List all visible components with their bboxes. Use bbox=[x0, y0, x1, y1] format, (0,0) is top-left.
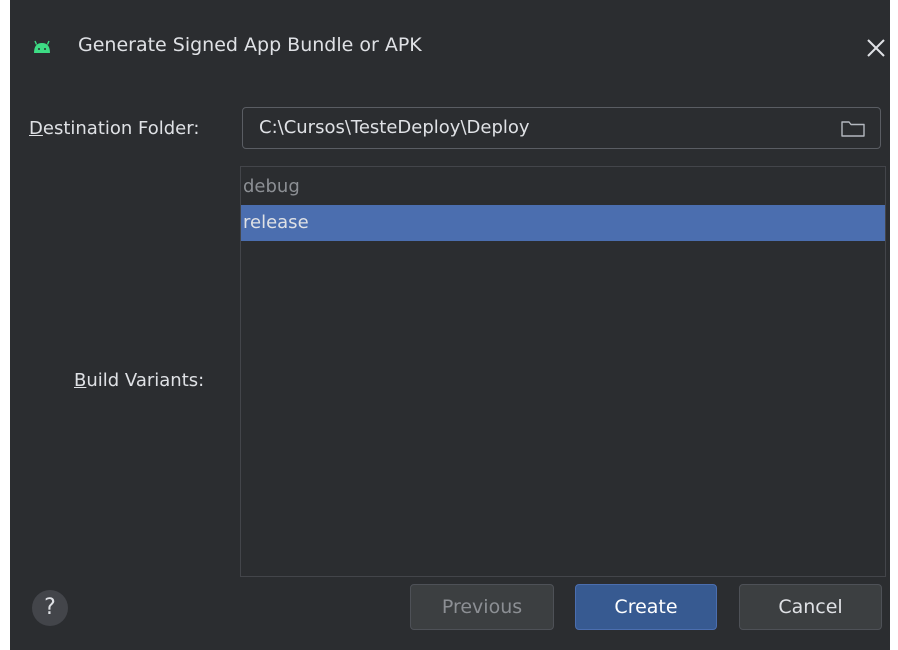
build-variants-label: Build Variants: bbox=[74, 370, 204, 391]
screen: Generate Signed App Bundle or APK Destin… bbox=[0, 0, 898, 650]
previous-button[interactable]: Previous bbox=[410, 584, 554, 630]
list-item-release[interactable]: release bbox=[241, 205, 885, 241]
create-button[interactable]: Create bbox=[575, 584, 717, 630]
android-icon bbox=[34, 40, 50, 53]
build-variants-label-text: uild Variants: bbox=[86, 370, 205, 391]
destination-label-mnemonic: D bbox=[29, 118, 43, 139]
dialog-title: Generate Signed App Bundle or APK bbox=[78, 34, 422, 56]
signed-bundle-dialog: Generate Signed App Bundle or APK Destin… bbox=[10, 10, 890, 650]
close-icon[interactable] bbox=[864, 36, 888, 60]
destination-folder-label: Destination Folder: bbox=[29, 118, 199, 139]
help-button[interactable]: ? bbox=[32, 590, 68, 626]
window-top-strip bbox=[10, 0, 890, 10]
cancel-button[interactable]: Cancel bbox=[739, 584, 882, 630]
list-item-debug[interactable]: debug bbox=[241, 169, 885, 205]
build-variants-label-mnemonic: B bbox=[74, 370, 87, 391]
destination-folder-field[interactable]: C:\Cursos\TesteDeploy\Deploy bbox=[242, 107, 881, 149]
dialog-title-bar: Generate Signed App Bundle or APK bbox=[10, 10, 890, 80]
destination-label-text: estination Folder: bbox=[42, 118, 200, 139]
destination-folder-value[interactable]: C:\Cursos\TesteDeploy\Deploy bbox=[259, 117, 530, 138]
folder-icon[interactable] bbox=[839, 117, 867, 139]
build-variants-list[interactable]: debug release bbox=[240, 166, 886, 577]
